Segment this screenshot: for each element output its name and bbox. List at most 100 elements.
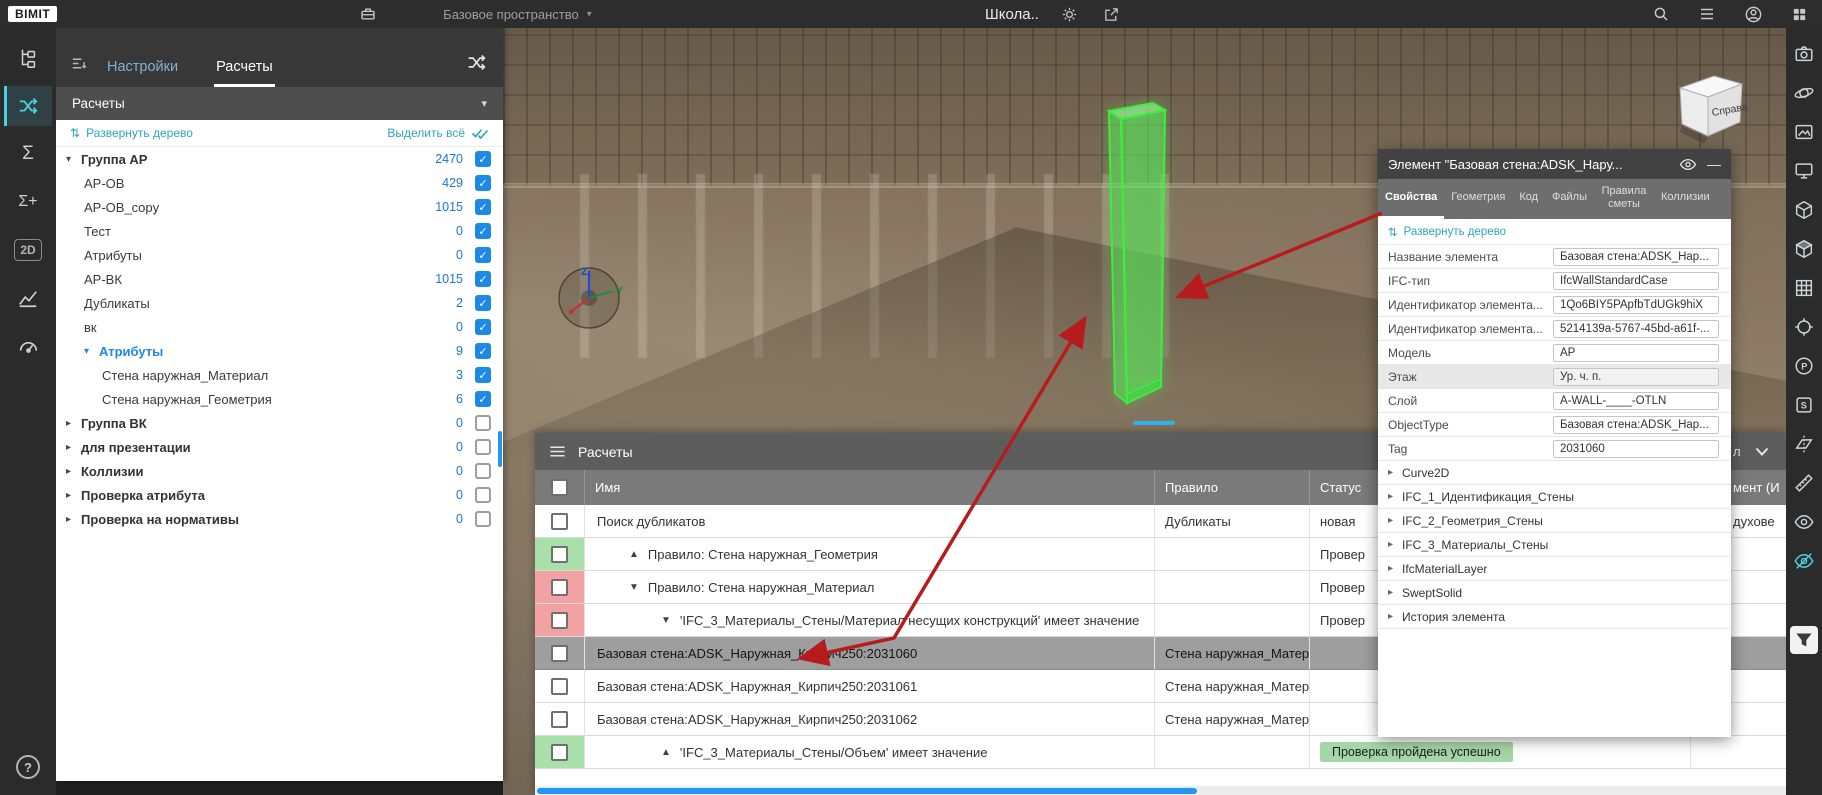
share-icon[interactable] — [1101, 3, 1123, 25]
tree-item[interactable]: Тест0✓ — [56, 219, 503, 243]
caret-right-icon[interactable]: ▸ — [66, 418, 81, 429]
row-checkbox[interactable] — [551, 546, 568, 563]
property-value[interactable]: Базовая стена:ADSK_Нар... — [1553, 248, 1719, 266]
checkbox-checked[interactable]: ✓ — [475, 223, 491, 239]
checkbox-checked[interactable]: ✓ — [475, 151, 491, 167]
tree-item[interactable]: ▾Группа АР2470✓ — [56, 147, 503, 171]
property-group[interactable]: ▸IFC_3_Материалы_Стены — [1378, 533, 1731, 557]
caret-right-icon[interactable]: ▸ — [66, 514, 81, 525]
checks-shuffle-icon[interactable] — [4, 86, 52, 126]
tree-item-selected[interactable]: ▾Атрибуты9✓ — [56, 339, 503, 363]
row-checkbox[interactable] — [551, 744, 568, 761]
panel-scrollbar[interactable] — [498, 431, 502, 467]
help-button[interactable]: ? — [16, 755, 40, 779]
collapse-icon[interactable]: ▲ — [661, 747, 671, 758]
checkbox-checked[interactable]: ✓ — [475, 199, 491, 215]
display-icon[interactable] — [1790, 157, 1818, 185]
property-group[interactable]: ▸SweptSolid — [1378, 581, 1731, 605]
table-toolbar-fragment[interactable]: л — [1733, 433, 1769, 470]
cube-view-icon[interactable] — [1790, 196, 1818, 224]
tree-item[interactable]: Дубликаты2✓ — [56, 291, 503, 315]
shading-mode-icon[interactable]: S — [1790, 391, 1818, 419]
filter-icon[interactable] — [1790, 626, 1818, 654]
grid-icon[interactable] — [1790, 274, 1818, 302]
tab-code[interactable]: Код — [1512, 179, 1545, 219]
row-checkbox[interactable] — [551, 711, 568, 728]
sum-add-icon[interactable]: Σ+ — [4, 182, 52, 222]
caret-down-icon[interactable]: ▾ — [84, 346, 99, 357]
row-checkbox[interactable] — [551, 678, 568, 695]
gear-icon[interactable] — [1059, 3, 1081, 25]
tab-properties[interactable]: Свойства — [1378, 179, 1444, 219]
panel-divider-handle[interactable] — [1133, 421, 1175, 425]
property-group[interactable]: ▸IfcMaterialLayer — [1378, 557, 1731, 581]
tree-item[interactable]: ▸для презентации0 — [56, 435, 503, 459]
row-checkbox[interactable] — [551, 513, 568, 530]
tree-item[interactable]: АР-ВК1015✓ — [56, 267, 503, 291]
column-header-rule[interactable]: Правило — [1155, 470, 1310, 505]
checkbox-checked[interactable]: ✓ — [475, 247, 491, 263]
tree-item[interactable]: ▸Проверка атрибута0 — [56, 483, 503, 507]
checkbox-checked[interactable]: ✓ — [475, 271, 491, 287]
property-value[interactable]: Базовая стена:ADSK_Нар... — [1553, 416, 1719, 434]
checkbox-checked[interactable]: ✓ — [475, 175, 491, 191]
tree-item[interactable]: ▸Коллизии0 — [56, 459, 503, 483]
shuffle-icon[interactable] — [466, 52, 487, 73]
property-group[interactable]: ▸Curve2D — [1378, 461, 1731, 485]
apps-grid-icon[interactable] — [1788, 3, 1810, 25]
expand-tree-button[interactable]: ⇅ Развернуть дерево — [70, 126, 193, 140]
tree-item[interactable]: АР-ОВ429✓ — [56, 171, 503, 195]
property-value[interactable]: IfcWallStandardCase — [1553, 272, 1719, 290]
property-value[interactable]: A-WALL-____-OTLN — [1553, 392, 1719, 410]
tree-item[interactable]: Стена наружная_Материал3✓ — [56, 363, 503, 387]
checkbox-checked[interactable]: ✓ — [475, 295, 491, 311]
checkbox-unchecked[interactable] — [475, 511, 491, 527]
tree-item[interactable]: ▸Проверка на нормативы0 — [56, 507, 503, 531]
property-value[interactable]: 5214139a-5767-45bd-a61f-... — [1553, 320, 1719, 338]
select-all-button[interactable]: Выделить всё — [387, 126, 489, 140]
tree-sort-icon[interactable] — [70, 56, 87, 71]
caret-down-icon[interactable]: ▾ — [66, 154, 81, 165]
checkbox-unchecked[interactable] — [475, 463, 491, 479]
minimize-icon[interactable]: — — [1707, 157, 1721, 171]
measure-icon[interactable] — [1790, 469, 1818, 497]
eye-icon[interactable] — [1679, 158, 1697, 171]
navigation-cube[interactable]: Справа — [1668, 66, 1754, 152]
tree-item[interactable]: вк0✓ — [56, 315, 503, 339]
column-header-name[interactable]: Имя — [585, 470, 1155, 505]
checkbox-unchecked[interactable] — [475, 415, 491, 431]
search-icon[interactable] — [1650, 3, 1672, 25]
briefcase-icon[interactable] — [357, 3, 379, 25]
image-icon[interactable] — [1790, 118, 1818, 146]
tree-item[interactable]: АР-ОВ_copy1015✓ — [56, 195, 503, 219]
tree-item[interactable]: Атрибуты0✓ — [56, 243, 503, 267]
caret-right-icon[interactable]: ▸ — [66, 442, 81, 453]
workspace-selector[interactable]: Базовое пространство ▾ — [443, 7, 592, 22]
tree-item[interactable]: ▸Группа ВК0 — [56, 411, 503, 435]
dashboard-gauge-icon[interactable] — [4, 326, 52, 366]
model-tree-icon[interactable] — [4, 38, 52, 78]
property-group[interactable]: ▸История элемента — [1378, 605, 1731, 629]
tab-geometry[interactable]: Геометрия — [1444, 179, 1512, 219]
property-value[interactable]: Ур. ч. п. — [1553, 368, 1719, 386]
property-group[interactable]: ▸IFC_1_Идентификация_Стены — [1378, 485, 1731, 509]
checkbox-unchecked[interactable] — [475, 487, 491, 503]
calculations-dropdown[interactable]: Расчеты ▾ — [56, 87, 503, 120]
property-value[interactable]: 1Qo6BIY5PApfbTdUGk9hiX — [1553, 296, 1719, 314]
property-value[interactable]: 2031060 — [1553, 440, 1719, 458]
project-title[interactable]: Школа.. — [985, 6, 1039, 23]
row-checkbox[interactable] — [551, 645, 568, 662]
row-checkbox[interactable] — [551, 612, 568, 629]
eye-icon[interactable] — [1790, 508, 1818, 536]
list-menu-icon[interactable] — [1696, 3, 1718, 25]
graphs-icon[interactable] — [4, 278, 52, 318]
camera-icon[interactable] — [1790, 40, 1818, 68]
checkbox-checked[interactable]: ✓ — [475, 343, 491, 359]
tab-files[interactable]: Файлы — [1545, 179, 1594, 219]
property-value[interactable]: АР — [1553, 344, 1719, 362]
expand-icon[interactable]: ▼ — [661, 615, 671, 626]
caret-right-icon[interactable]: ▸ — [66, 466, 81, 477]
tab-calculations[interactable]: Расчеты — [214, 55, 275, 87]
axis-gizmo[interactable]: Z Y — [551, 260, 627, 336]
orbit-icon[interactable] — [1790, 79, 1818, 107]
